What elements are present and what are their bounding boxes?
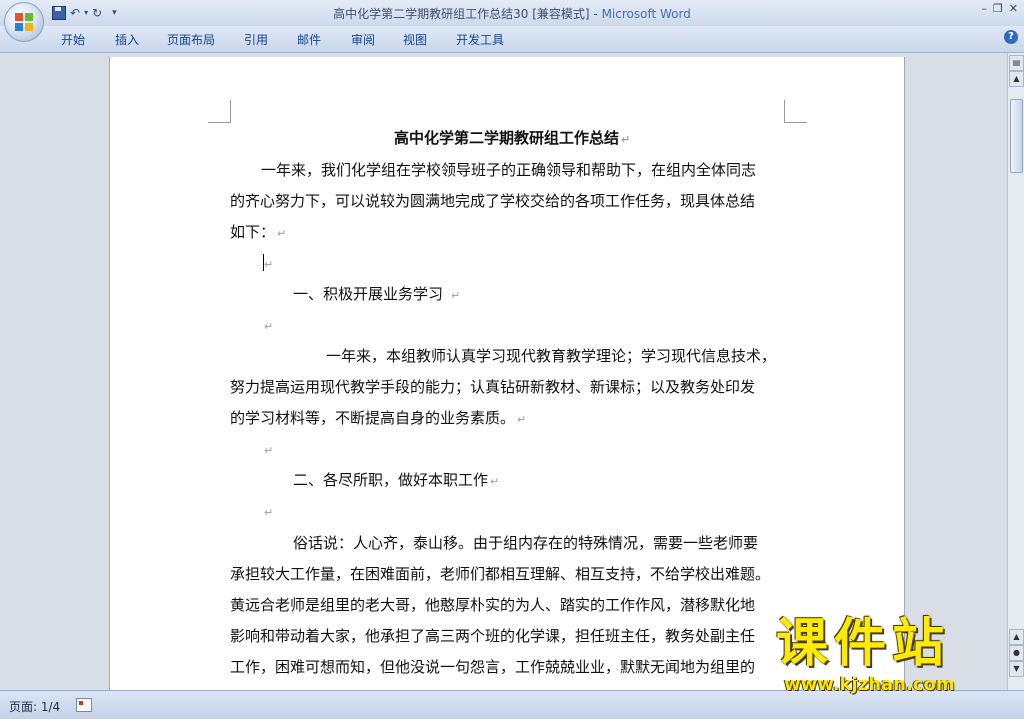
watermark-title: 课件站	[776, 614, 951, 674]
document-workspace: 高中化学第二学期教研组工作总结 ↵ 一年来，我们化学组在学校领导班子的正确领导和帮…	[0, 53, 1008, 690]
title-bar: ↶ ▾ ↻ ▾ 高中化学第二学期教研组工作总结30 [兼容模式] - Micro…	[0, 0, 1024, 26]
app-name: Microsoft Word	[601, 7, 691, 21]
ruler-toggle-icon[interactable]: ▤	[1009, 55, 1024, 71]
paragraph-line: 影响和带动着大家，他承担了高三两个班的化学课，担任班主任，教务处副主任	[230, 627, 756, 645]
close-icon[interactable]: ✕	[1009, 2, 1018, 15]
window-controls: – ❐ ✕	[981, 2, 1018, 15]
paragraph-line: 一年来，本组教师认真学习现代教育教学理论；学习现代信息技术，	[326, 347, 777, 365]
tab-home[interactable]: 开始	[61, 31, 85, 48]
previous-page-icon[interactable]: ▲	[1009, 629, 1024, 645]
minimize-icon[interactable]: –	[981, 2, 987, 15]
watermark: 课件站 www.kjzhan.com	[772, 614, 1004, 696]
ribbon-tab-bar: 开始 插入 页面布局 引用 邮件 审阅 视图 开发工具 ?	[0, 26, 1024, 53]
restore-icon[interactable]: ❐	[993, 2, 1003, 15]
scroll-up-icon[interactable]: ▲	[1009, 71, 1024, 87]
paragraph-line: 的齐心努力下，可以说较为圆满地完成了学校交给的各项工作任务，现具体总结	[230, 192, 756, 210]
scroll-thumb[interactable]	[1010, 99, 1023, 173]
paragraph-line: 黄远合老师是组里的老大哥，他憨厚朴实的为人、踏实的工作作风，潜移默化地	[230, 596, 756, 614]
empty-paragraph: ↵	[264, 444, 274, 457]
office-button[interactable]	[4, 2, 44, 42]
page-count[interactable]: 页面: 1/4	[9, 698, 60, 715]
empty-paragraph: ↵	[264, 320, 274, 333]
office-logo-icon	[15, 13, 33, 31]
proofing-icon[interactable]	[76, 698, 92, 712]
window-title: 高中化学第二学期教研组工作总结30 [兼容模式] - Microsoft Wor…	[0, 5, 1024, 22]
paragraph-line: 工作，困难可想而知，但他没说一句怨言，工作兢兢业业，默默无闻地为组里的	[230, 658, 756, 676]
paragraph-line: 一年来，我们化学组在学校领导班子的正确领导和帮助下，在组内全体同志	[261, 161, 757, 179]
help-icon[interactable]: ?	[1004, 30, 1018, 44]
paragraph-line: 承担较大工作量，在困难面前，老师们都相互理解、相互支持，不给学校出难题。	[230, 565, 771, 583]
tab-developer[interactable]: 开发工具	[456, 31, 504, 48]
next-page-icon[interactable]: ▼	[1009, 661, 1024, 677]
paragraph-line: 如下： ↵	[230, 223, 287, 241]
section-heading-1: 一、积极开展业务学习 ↵	[293, 285, 461, 303]
vertical-scrollbar[interactable]: ▤ ▲ ▲ ● ▼	[1007, 53, 1024, 690]
title-separator: -	[589, 7, 602, 21]
empty-paragraph: ↵	[264, 506, 274, 519]
tab-references[interactable]: 引用	[244, 31, 268, 48]
section-heading-2: 二、各尽所职，做好本职工作 ↵	[293, 471, 500, 489]
tab-page-layout[interactable]: 页面布局	[167, 31, 215, 48]
browse-object-icon[interactable]: ●	[1009, 645, 1024, 661]
paragraph-line: 努力提高运用现代教学手段的能力；认真钻研新教材、新课标；以及教务处印发	[230, 378, 756, 396]
watermark-url: www.kjzhan.com	[784, 674, 955, 695]
document-page[interactable]: 高中化学第二学期教研组工作总结 ↵ 一年来，我们化学组在学校领导班子的正确领导和帮…	[109, 57, 905, 690]
tab-mailings[interactable]: 邮件	[297, 31, 321, 48]
empty-paragraph: ↵	[264, 258, 274, 271]
tab-view[interactable]: 视图	[403, 31, 427, 48]
margin-corner-top-right	[784, 100, 807, 123]
tab-insert[interactable]: 插入	[115, 31, 139, 48]
tab-review[interactable]: 审阅	[351, 31, 375, 48]
document-heading: 高中化学第二学期教研组工作总结 ↵	[394, 129, 631, 147]
margin-corner-top-left	[208, 100, 231, 123]
paragraph-line: 的学习材料等，不断提高自身的业务素质。 ↵	[230, 409, 527, 427]
paragraph-line: 俗话说：人心齐，泰山移。由于组内存在的特殊情况，需要一些老师要	[293, 534, 759, 552]
document-title: 高中化学第二学期教研组工作总结30 [兼容模式]	[333, 7, 590, 21]
